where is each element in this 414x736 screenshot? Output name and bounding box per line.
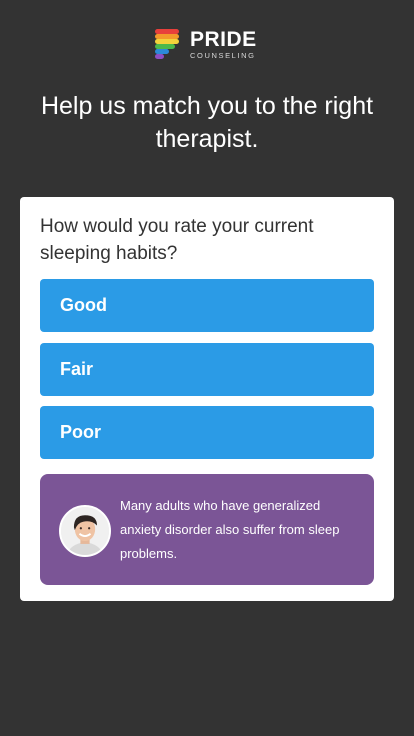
therapist-avatar-icon: [59, 505, 111, 557]
page-headline: Help us match you to the right therapist…: [40, 92, 374, 153]
info-text: Many adults who have generalized anxiety…: [120, 498, 340, 561]
page: PRIDE COUNSELING Help us match you to th…: [0, 0, 414, 736]
info-panel: Many adults who have generalized anxiety…: [40, 474, 374, 585]
brand-name: PRIDE: [190, 27, 257, 51]
brand-tagline: COUNSELING: [190, 50, 256, 60]
question-card: How would you rate your current sleeping…: [20, 197, 394, 601]
question-text: How would you rate your current sleeping…: [40, 216, 314, 264]
pride-counseling-logo: PRIDE COUNSELING: [153, 28, 257, 60]
option-fair-button[interactable]: Fair: [40, 343, 374, 396]
option-good-button[interactable]: Good: [40, 279, 374, 332]
pride-flag-logo-icon: [155, 29, 179, 59]
option-poor-button[interactable]: Poor: [40, 406, 374, 459]
